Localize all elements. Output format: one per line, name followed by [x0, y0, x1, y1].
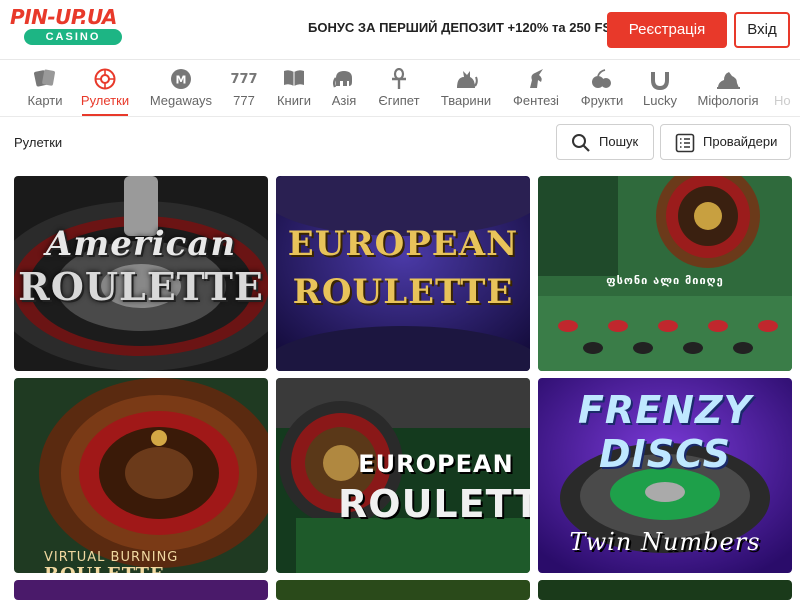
game-tile-frenzy-discs[interactable]: FRENZY DISCS Twin Numbers: [538, 378, 792, 573]
svg-text:777: 777: [231, 72, 257, 87]
game-title-line2: ROULETTE: [18, 264, 264, 309]
game-title-line1: EUROPEAN: [287, 224, 519, 264]
game-tile-european-roulette-2[interactable]: EUROPEAN ROULETTE: [276, 378, 530, 573]
bonus-banner[interactable]: БОНУС ЗА ПЕРШИЙ ДЕПОЗИТ +120% та 250 FS: [308, 20, 611, 35]
category-animals[interactable]: Тварини: [436, 60, 496, 116]
section-title: Рулетки: [14, 135, 63, 150]
svg-text:M: M: [176, 74, 187, 87]
game-tile-roulette-table[interactable]: ფსონი ალი მიიღე: [538, 176, 792, 371]
category-books[interactable]: Книги: [272, 60, 316, 116]
category-fantasy[interactable]: Фентезі: [506, 60, 566, 116]
category-mythology[interactable]: Міфологія: [692, 60, 764, 116]
new-icon: [774, 60, 800, 90]
providers-button[interactable]: Провайдери: [660, 124, 791, 160]
roulette-icon: [74, 60, 136, 90]
game-title-line1: VIRTUAL BURNING: [44, 550, 179, 565]
roulette-wheel-art: [14, 378, 268, 573]
register-button[interactable]: Реєстрація: [607, 12, 727, 48]
game-title-line2: Twin Numbers: [569, 528, 761, 556]
game-title-line1: ფსონი ალი მიიღე: [606, 274, 724, 287]
category-egypt[interactable]: Єгипет: [372, 60, 426, 116]
cards-icon: [24, 60, 66, 90]
book-icon: [272, 60, 316, 90]
game-title-line1: EUROPEAN: [358, 450, 514, 478]
list-icon: [675, 133, 695, 153]
category-new[interactable]: Но: [774, 60, 800, 116]
megaways-icon: M: [146, 60, 216, 90]
game-title-line2: ROULETTE: [338, 482, 530, 526]
game-tile-partial[interactable]: [276, 580, 530, 600]
category-asia[interactable]: Азія: [326, 60, 362, 116]
providers-label: Провайдери: [703, 134, 778, 149]
category-nav: Карти Рулетки M Megaways 777 777 Книги А…: [0, 60, 800, 117]
category-lucky[interactable]: Lucky: [638, 60, 682, 116]
category-cards[interactable]: Карти: [24, 60, 66, 116]
horseshoe-icon: [638, 60, 682, 91]
search-icon: [572, 134, 590, 152]
logo[interactable]: PIN-UP.UA CASINO: [10, 6, 122, 46]
logo-sub: CASINO: [24, 29, 122, 45]
game-tile-american-roulette[interactable]: American ROULETTE: [14, 176, 268, 371]
login-button[interactable]: Вхід: [734, 12, 790, 48]
logo-text: PIN-UP.UA: [10, 5, 117, 29]
category-roulette[interactable]: Рулетки: [74, 60, 136, 116]
fruit-icon: [576, 60, 628, 90]
game-tile-partial[interactable]: [538, 580, 792, 600]
category-megaways[interactable]: M Megaways: [146, 60, 216, 116]
game-tile-virtual-burning-roulette[interactable]: VIRTUAL BURNING ROULETTE: [14, 378, 268, 573]
elephant-icon: [326, 60, 362, 90]
cat-icon: [436, 60, 496, 90]
game-title-line1: FRENZY DISCS: [577, 388, 753, 476]
search-button[interactable]: Пошук: [556, 124, 654, 160]
header: PIN-UP.UA CASINO БОНУС ЗА ПЕРШИЙ ДЕПОЗИТ…: [0, 0, 800, 60]
ankh-icon: [372, 60, 426, 90]
mythology-icon: [692, 60, 764, 90]
search-label: Пошук: [599, 134, 639, 149]
category-777[interactable]: 777 777: [226, 60, 262, 116]
unicorn-icon: [506, 60, 566, 90]
category-fruits[interactable]: Фрукти: [576, 60, 628, 116]
game-title-line2: ROULETTE: [14, 564, 268, 573]
game-tile-european-roulette[interactable]: EUROPEAN ROULETTE: [276, 176, 530, 371]
game-tile-partial[interactable]: [14, 580, 268, 600]
sevens-icon: 777: [226, 60, 262, 90]
game-title-line2: ROULETTE: [292, 272, 514, 312]
game-title-line1: American: [45, 224, 237, 264]
